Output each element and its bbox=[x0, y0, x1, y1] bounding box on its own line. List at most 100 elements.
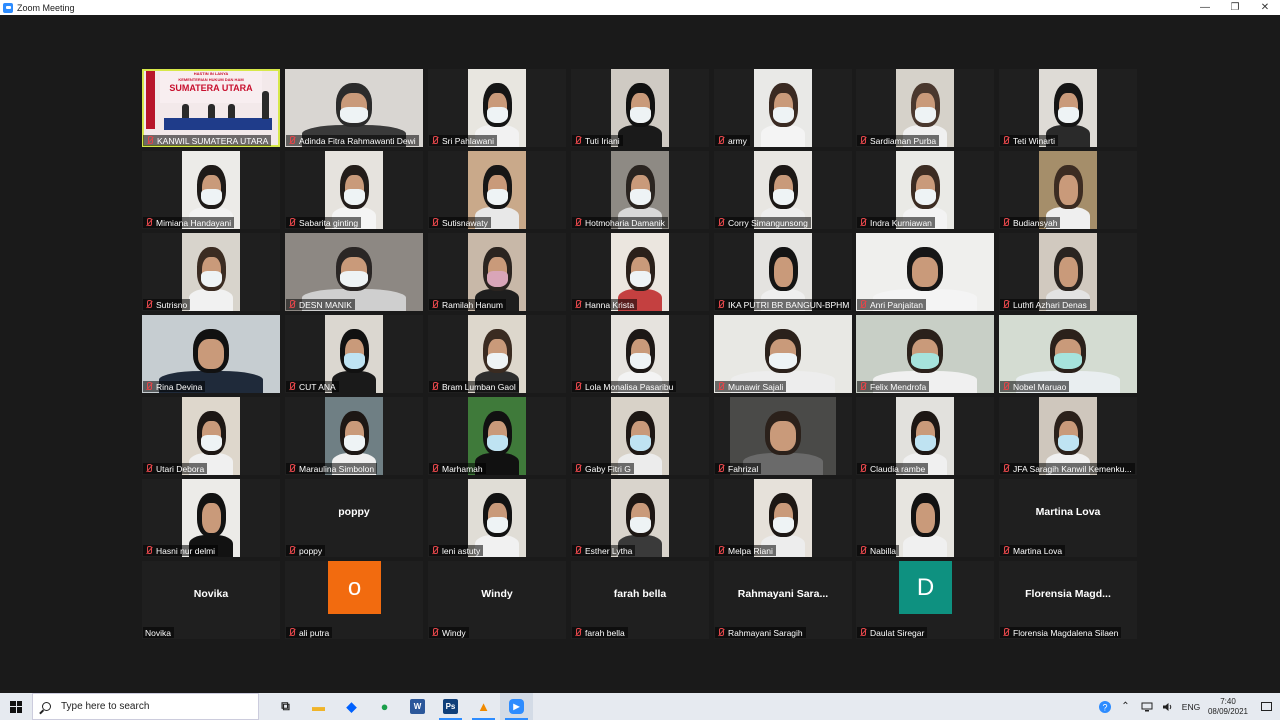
muted-mic-icon bbox=[1002, 464, 1010, 473]
participant-tile-rina-devina[interactable]: Rina Devina bbox=[142, 315, 280, 393]
participant-tile-sutisnawaty[interactable]: Sutisnawaty bbox=[428, 151, 566, 229]
participant-tile-leni-astuty[interactable]: leni astuty bbox=[428, 479, 566, 557]
muted-mic-icon bbox=[1002, 300, 1010, 309]
participant-name-tag: Hasni nur delmi bbox=[143, 545, 219, 556]
participant-tile-cut-ana[interactable]: CUT ANA bbox=[285, 315, 423, 393]
participant-name-tag: Mimiana Handayani bbox=[143, 217, 235, 228]
participant-tile-indra-kurniawan[interactable]: Indra Kurniawan bbox=[856, 151, 994, 229]
participant-tile-felix-mendrofa[interactable]: Felix Mendrofa bbox=[856, 315, 994, 393]
participant-tile-novika[interactable]: Novika Novika bbox=[142, 561, 280, 639]
participant-tile-windy[interactable]: Windy Windy bbox=[428, 561, 566, 639]
muted-mic-icon bbox=[1002, 136, 1010, 145]
participant-name-tag: Esther Lytha bbox=[572, 545, 636, 556]
participant-name: Bram Lumban Gaol bbox=[442, 381, 516, 392]
volume-icon[interactable] bbox=[1157, 693, 1178, 720]
participant-tile-ika-putri-br-bangun-bphm[interactable]: IKA PUTRI BR BANGUN-BPHM bbox=[714, 233, 852, 311]
participant-tile-adinda-fitra-rahmawanti-dewi[interactable]: Adinda Fitra Rahmawanti Dewi bbox=[285, 69, 423, 147]
participant-tile-kanwil-sumatera-utara[interactable]: HASTIN IN LANYA KEMENTERIAN HUKUM DAN HAM… bbox=[142, 69, 280, 147]
participant-name-tag: Corry Simangunsong bbox=[715, 217, 811, 228]
participant-tile-ramilah-hanum[interactable]: Ramilah Hanum bbox=[428, 233, 566, 311]
participant-tile-melpa-riani[interactable]: Melpa Riani bbox=[714, 479, 852, 557]
participant-tile-munawir-sajali[interactable]: Munawir Sajali bbox=[714, 315, 852, 393]
muted-mic-icon bbox=[1002, 546, 1010, 555]
participant-tile-mimiana-handayani[interactable]: Mimiana Handayani bbox=[142, 151, 280, 229]
muted-mic-icon bbox=[145, 546, 153, 555]
face-mask bbox=[911, 353, 939, 369]
chrome-taskbar-button[interactable]: ● bbox=[368, 693, 401, 720]
taskbar-search-box[interactable]: Type here to search bbox=[32, 693, 259, 720]
window-title: Zoom Meeting bbox=[17, 2, 75, 13]
muted-mic-icon bbox=[145, 464, 153, 473]
help-icon[interactable]: ? bbox=[1094, 693, 1115, 720]
participant-tile-luthfi-azhari-denas[interactable]: Luthfi Azhari Denas bbox=[999, 233, 1137, 311]
participant-tile-martina-lova[interactable]: Martina Lova Martina Lova bbox=[999, 479, 1137, 557]
participant-tile-sri-pahlawani[interactable]: Sri Pahlawani bbox=[428, 69, 566, 147]
red-curtain bbox=[146, 71, 155, 129]
network-icon[interactable] bbox=[1136, 693, 1157, 720]
dropbox-taskbar-button[interactable]: ◆ bbox=[335, 693, 368, 720]
participant-tile-sardiaman-purba[interactable]: Sardiaman Purba bbox=[856, 69, 994, 147]
word-taskbar-button[interactable]: W bbox=[401, 693, 434, 720]
face-mask bbox=[769, 353, 797, 369]
task-view-taskbar-button[interactable]: ⧉ bbox=[269, 693, 302, 720]
participant-tile-fahrizal[interactable]: Fahrizal bbox=[714, 397, 852, 475]
participant-name-tag: army bbox=[715, 135, 750, 146]
participant-tile-maraulina-simbolon[interactable]: Maraulina Simbolon bbox=[285, 397, 423, 475]
participant-name: Anri Panjaitan bbox=[870, 299, 923, 310]
stage-person bbox=[208, 104, 215, 118]
participant-tile-utari-debora[interactable]: Utari Debora bbox=[142, 397, 280, 475]
participant-tile-budiansyah[interactable]: Budiansyah bbox=[999, 151, 1137, 229]
vlc-taskbar-button[interactable]: ▲ bbox=[467, 693, 500, 720]
participant-tile-teti-winarti[interactable]: Teti Winarti bbox=[999, 69, 1137, 147]
minimize-button[interactable]: — bbox=[1190, 0, 1220, 15]
muted-mic-icon bbox=[288, 218, 296, 227]
participant-tile-hanna-krista[interactable]: Hanna Krista bbox=[571, 233, 709, 311]
participant-name: Novika bbox=[145, 627, 171, 638]
participant-tile-corry-simangunsong[interactable]: Corry Simangunsong bbox=[714, 151, 852, 229]
clock[interactable]: 7:40 08/09/2021 bbox=[1204, 697, 1252, 717]
muted-mic-icon bbox=[288, 464, 296, 473]
participant-tile-nobel-maruao[interactable]: Nobel Maruao bbox=[999, 315, 1137, 393]
participant-name-tag: KANWIL SUMATERA UTARA bbox=[143, 135, 272, 146]
participant-tile-sutrisno[interactable]: Sutrisno bbox=[142, 233, 280, 311]
participant-tile-army[interactable]: army bbox=[714, 69, 852, 147]
participant-tile-desn-manik[interactable]: DESN MANIK bbox=[285, 233, 423, 311]
participant-tile-farah-bella[interactable]: farah bella farah bella bbox=[571, 561, 709, 639]
participant-name-tag: Sabarita ginting bbox=[286, 217, 362, 228]
muted-mic-icon bbox=[145, 300, 153, 309]
close-button[interactable]: ✕ bbox=[1250, 0, 1280, 15]
participant-tile-hasni-nur-delmi[interactable]: Hasni nur delmi bbox=[142, 479, 280, 557]
participant-name-tag: Nobel Maruao bbox=[1000, 381, 1070, 392]
participant-name: CUT ANA bbox=[299, 381, 336, 392]
participant-tile-jfa-saragih-kanwil-kemenku[interactable]: JFA Saragih Kanwil Kemenku... bbox=[999, 397, 1137, 475]
zoom-taskbar-button[interactable]: ▶ bbox=[500, 693, 533, 720]
maximize-button[interactable]: ❐ bbox=[1220, 0, 1250, 15]
notification-icon[interactable] bbox=[1252, 702, 1280, 711]
file-explorer-taskbar-button[interactable]: ▬ bbox=[302, 693, 335, 720]
participant-name: Sabarita ginting bbox=[299, 217, 359, 228]
person-face bbox=[1059, 257, 1078, 287]
participant-tile-anri-panjaitan[interactable]: Anri Panjaitan bbox=[856, 233, 994, 311]
participant-tile-tuti-iriani[interactable]: Tuti Iriani bbox=[571, 69, 709, 147]
muted-mic-icon bbox=[717, 628, 725, 637]
participant-tile-bram-lumban-gaol[interactable]: Bram Lumban Gaol bbox=[428, 315, 566, 393]
participant-tile-esther-lytha[interactable]: Esther Lytha bbox=[571, 479, 709, 557]
language-indicator[interactable]: ENG bbox=[1178, 702, 1204, 712]
participant-tile-sabarita-ginting[interactable]: Sabarita ginting bbox=[285, 151, 423, 229]
participant-tile-claudia-rambe[interactable]: Claudia rambe bbox=[856, 397, 994, 475]
file-explorer-icon: ▬ bbox=[312, 699, 325, 714]
chevron-up-icon[interactable]: ⌃ bbox=[1115, 693, 1136, 720]
photoshop-taskbar-button[interactable]: Ps bbox=[434, 693, 467, 720]
participant-tile-rahmayani-saragih[interactable]: Rahmayani Sara... Rahmayani Saragih bbox=[714, 561, 852, 639]
start-button[interactable] bbox=[0, 693, 32, 720]
participant-tile-daulat-siregar[interactable]: D Daulat Siregar bbox=[856, 561, 994, 639]
participant-tile-poppy[interactable]: poppy poppy bbox=[285, 479, 423, 557]
participant-tile-marhamah[interactable]: Marhamah bbox=[428, 397, 566, 475]
participant-tile-hotmoharia-damanik[interactable]: Hotmoharia Damanik bbox=[571, 151, 709, 229]
participant-tile-gaby-fitri-g[interactable]: Gaby Fitri G bbox=[571, 397, 709, 475]
participant-tile-ali-putra[interactable]: o ali putra bbox=[285, 561, 423, 639]
chrome-icon: ● bbox=[380, 699, 389, 714]
participant-tile-nabilla[interactable]: Nabilla bbox=[856, 479, 994, 557]
participant-tile-lola-monalisa-pasaribu[interactable]: Lola Monalisa Pasaribu bbox=[571, 315, 709, 393]
participant-tile-florensia-magdalena-silaen[interactable]: Florensia Magd... Florensia Magdalena Sil… bbox=[999, 561, 1137, 639]
